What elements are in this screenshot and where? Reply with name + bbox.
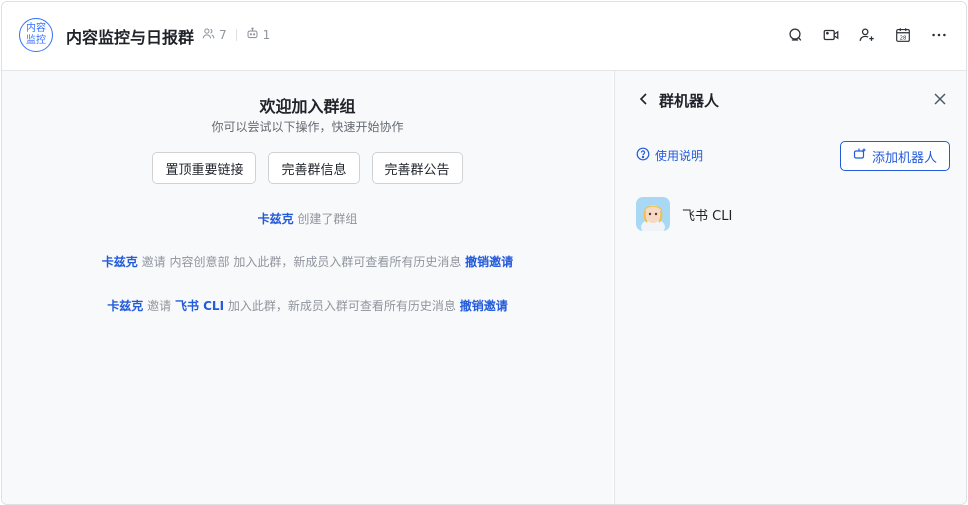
bot-name: 飞书 CLI (682, 208, 733, 224)
member-count[interactable]: 7 (219, 28, 227, 42)
pin-link-button[interactable]: 置顶重要链接 (152, 152, 257, 184)
group-avatar-text: 内容监控 (26, 23, 46, 46)
header-toolbar: 28 (784, 24, 950, 46)
video-icon[interactable] (820, 24, 842, 46)
calendar-icon[interactable]: 28 (892, 24, 914, 46)
add-member-icon[interactable] (856, 24, 878, 46)
panel-title: 群机器人 (659, 92, 720, 110)
members-icon[interactable] (202, 27, 215, 43)
group-title[interactable]: 内容监控与日报群 (66, 24, 194, 48)
group-avatar[interactable]: 内容监控 (19, 18, 53, 52)
bot-list-item[interactable]: 飞书 CLI (636, 197, 732, 231)
help-icon (636, 147, 650, 164)
search-chat-icon[interactable] (784, 24, 806, 46)
bot-count-icon[interactable] (246, 27, 259, 43)
meta-divider (235, 29, 237, 41)
chat-area: 欢迎加入群组 你可以尝试以下操作，快速开始协作 置顶重要链接 完善群信息 完善群… (2, 71, 613, 504)
panel-header: 群机器人 (637, 90, 719, 111)
close-icon[interactable] (931, 90, 949, 108)
revoke-invite-link[interactable]: 撤销邀请 (460, 299, 508, 313)
user-link[interactable]: 卡兹克 (107, 299, 143, 313)
group-bots-panel: 群机器人 使用说明 添加机器人 飞书 CLI (614, 71, 966, 504)
help-link[interactable]: 使用说明 (636, 147, 703, 164)
add-bot-button[interactable]: 添加机器人 (840, 141, 950, 171)
system-text: 创建了群组 (297, 212, 358, 226)
add-bot-icon (853, 147, 867, 165)
welcome-subtitle: 你可以尝试以下操作，快速开始协作 (211, 120, 404, 134)
user-link[interactable]: 卡兹克 (258, 212, 294, 226)
user-link[interactable]: 卡兹克 (102, 255, 138, 269)
system-text: 邀请 (147, 299, 172, 313)
chevron-left-icon[interactable] (637, 91, 651, 110)
group-info-button[interactable]: 完善群信息 (268, 152, 360, 184)
system-text: 邀请 (141, 255, 166, 269)
bot-link[interactable]: 飞书 CLI (175, 299, 224, 313)
system-text: 加入此群，新成员入群可查看所有历史消息 (227, 299, 456, 313)
group-meta: 7 1 (202, 27, 270, 43)
invited-target: 内容创意部 (169, 255, 230, 269)
system-message: 卡兹克 邀请 内容创意部 加入此群，新成员入群可查看所有历史消息 撤销邀请 (2, 253, 613, 270)
system-message: 卡兹克 创建了群组 (2, 210, 613, 227)
bot-avatar (636, 197, 670, 231)
help-label: 使用说明 (655, 149, 704, 163)
calendar-day: 28 (900, 36, 907, 42)
bot-count[interactable]: 1 (263, 28, 271, 42)
group-notice-button[interactable]: 完善群公告 (371, 152, 463, 184)
chat-header: 内容监控 内容监控与日报群 7 1 28 (2, 2, 966, 71)
add-bot-label: 添加机器人 (871, 150, 937, 166)
revoke-invite-link[interactable]: 撤销邀请 (465, 255, 513, 269)
quick-actions: 置顶重要链接 完善群信息 完善群公告 (2, 152, 613, 184)
more-icon[interactable] (928, 24, 950, 46)
system-text: 加入此群，新成员入群可查看所有历史消息 (233, 255, 462, 269)
system-message: 卡兹克 邀请 飞书 CLI 加入此群，新成员入群可查看所有历史消息 撤销邀请 (2, 297, 613, 314)
chat-window: 内容监控 内容监控与日报群 7 1 28 欢迎加入群组 你可以尝试以下操作，快速… (1, 1, 967, 505)
welcome-title: 欢迎加入群组 (259, 97, 356, 116)
